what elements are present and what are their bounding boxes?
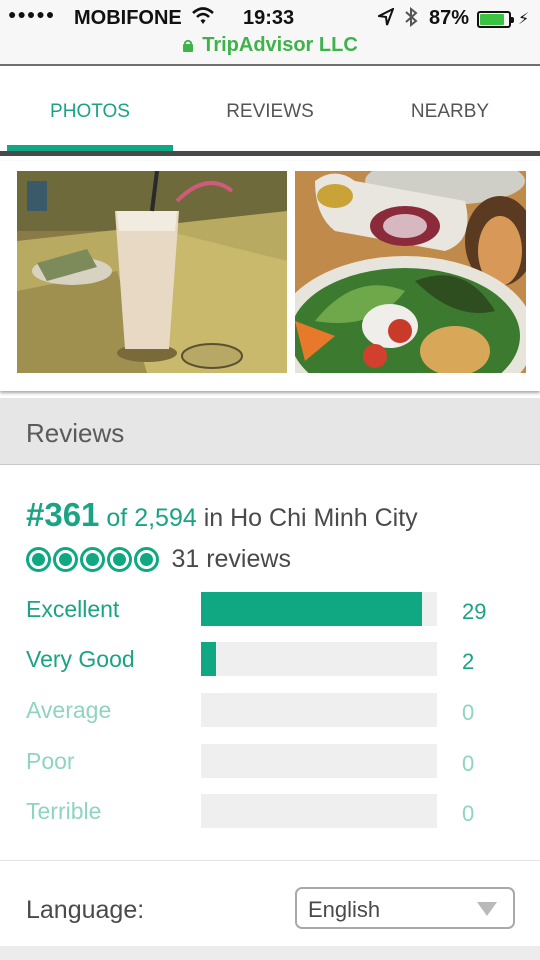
language-selected-value: English — [308, 897, 381, 922]
tab-label: NEARBY — [410, 101, 490, 122]
signal-strength-icon: ●●●●● — [8, 6, 56, 22]
tab-label: PHOTOS — [50, 101, 130, 122]
rating-bubble-icon — [53, 547, 78, 572]
tab-photos[interactable]: PHOTOS — [0, 68, 180, 151]
language-label: Language: — [26, 896, 145, 924]
rating-bubble-icon — [26, 547, 51, 572]
photo-strip — [0, 161, 540, 391]
active-tab-indicator — [7, 145, 173, 151]
rating-bar — [201, 642, 437, 676]
rating-count: 0 — [462, 801, 475, 826]
location-arrow-icon — [378, 8, 394, 26]
rating-bar — [201, 744, 437, 778]
rating-bar — [201, 592, 437, 626]
reviews-section-header: Reviews — [0, 398, 540, 465]
rating-label: Average — [26, 697, 112, 723]
rating-label: Poor — [26, 748, 75, 774]
rating-label: Terrible — [26, 798, 102, 824]
rating-row-average: Average 0 — [0, 693, 540, 729]
tab-nearby[interactable]: NEARBY — [360, 68, 540, 151]
rank-total-link[interactable]: 2,594 — [134, 504, 197, 532]
bluetooth-icon — [405, 7, 418, 27]
url-bar[interactable]: TripAdvisor LLC — [0, 34, 540, 57]
review-count: 31 reviews — [171, 545, 291, 573]
clock-time: 19:33 — [243, 7, 295, 29]
rating-count: 2 — [462, 649, 475, 674]
tab-label: REVIEWS — [226, 101, 314, 122]
rating-label: Very Good — [26, 646, 135, 672]
rating-count: 0 — [462, 700, 475, 725]
rating-bubble-icon — [134, 547, 159, 572]
milkshake-photo[interactable] — [17, 171, 287, 373]
rating-count: 0 — [462, 751, 475, 776]
rating-bar-fill — [201, 592, 422, 626]
tab-reviews[interactable]: REVIEWS — [180, 68, 360, 151]
ranking-line: #361 of 2,594 in Ho Chi Minh City — [26, 496, 418, 534]
status-bar: ●●●●● MOBIFONE 19:33 87% ⚡ TripAdvisor L… — [0, 0, 540, 66]
section-divider — [0, 860, 540, 861]
carrier-name: MOBIFONE — [74, 7, 182, 29]
reviews-title: Reviews — [26, 418, 125, 448]
food-platter-photo[interactable] — [295, 171, 526, 373]
bottom-bar — [0, 946, 540, 960]
bubble-rating: 31 reviews — [26, 545, 291, 575]
rank-number: #361 — [26, 496, 100, 533]
battery-level — [480, 14, 505, 25]
lock-icon — [183, 39, 194, 52]
charging-bolt-icon: ⚡ — [518, 11, 530, 28]
rank-of: of — [106, 504, 128, 532]
wifi-icon — [192, 7, 214, 24]
rating-row-terrible: Terrible 0 — [0, 794, 540, 830]
site-owner-label: TripAdvisor LLC — [202, 34, 358, 56]
rating-count: 29 — [462, 599, 487, 624]
rank-location: in Ho Chi Minh City — [203, 504, 418, 532]
section-tabs: PHOTOS REVIEWS NEARBY — [0, 68, 540, 156]
rating-row-excellent[interactable]: Excellent 29 — [0, 592, 540, 628]
rating-row-poor: Poor 0 — [0, 744, 540, 780]
rating-bubble-icon — [107, 547, 132, 572]
rating-bar — [201, 693, 437, 727]
rating-bar-fill — [201, 642, 217, 676]
rating-row-very-good[interactable]: Very Good 2 — [0, 642, 540, 678]
dropdown-arrow-icon — [477, 902, 497, 916]
battery-percent: 87% — [429, 7, 470, 29]
language-select[interactable]: English — [295, 887, 515, 929]
battery-icon — [477, 11, 514, 28]
rating-label: Excellent — [26, 596, 120, 622]
rating-bubble-icon — [80, 547, 105, 572]
rating-bar — [201, 794, 437, 828]
